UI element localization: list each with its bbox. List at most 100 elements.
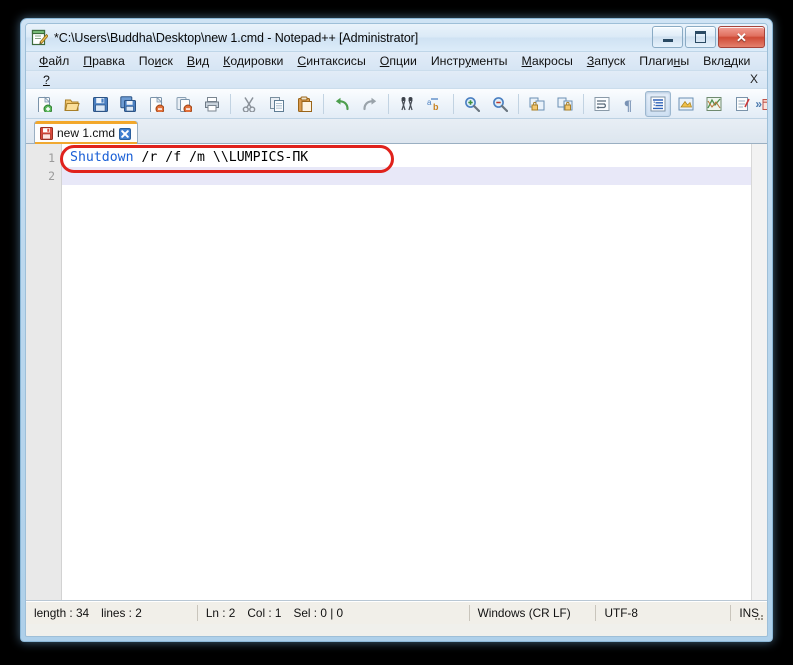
replace-icon[interactable]: ab: [422, 91, 448, 117]
toolbar-separator: [388, 93, 389, 114]
zoom-out-icon[interactable]: [487, 91, 513, 117]
menu-item-help-label: ?: [43, 72, 50, 87]
status-eol-label: Windows (CR LF): [477, 606, 571, 620]
maximize-button[interactable]: [685, 26, 716, 48]
menu-accelerator: П: [83, 54, 93, 68]
save-all-icon[interactable]: [115, 91, 141, 117]
code-line[interactable]: Shutdown /r /f /m \\LUMPICS-ПК: [62, 149, 767, 167]
new-file-icon[interactable]: [31, 91, 57, 117]
paste-icon[interactable]: [292, 91, 318, 117]
floppy-disk-red-icon: [40, 126, 53, 140]
toolbar-separator: [583, 93, 584, 114]
menu-item-1[interactable]: Правка: [76, 53, 132, 69]
tab-close-icon[interactable]: [119, 127, 132, 140]
status-document-metrics: length : 34 lines : 2: [26, 602, 197, 624]
open-file-icon[interactable]: [59, 91, 85, 117]
copy-icon[interactable]: [264, 91, 290, 117]
status-line-number: Ln : 2: [205, 606, 236, 620]
code-text-area[interactable]: Shutdown /r /f /m \\LUMPICS-ПК: [62, 144, 767, 600]
menu-item-0[interactable]: Файл: [32, 53, 76, 69]
toolbar-separator: [230, 93, 231, 114]
menu-item-help[interactable]: ?: [36, 72, 57, 88]
menu-item-9[interactable]: Запуск: [580, 53, 632, 69]
toolbar: a b ¶ »: [26, 89, 767, 119]
menu-item-5[interactable]: Синтаксисы: [290, 53, 372, 69]
toolbar-overflow-chevron-icon[interactable]: »: [755, 97, 762, 111]
menu-accelerator: К: [223, 54, 231, 68]
menu-item-3[interactable]: Вид: [180, 53, 216, 69]
cut-icon[interactable]: [236, 91, 262, 117]
menu-item-6[interactable]: Опции: [373, 53, 424, 69]
menu-accelerator: М: [521, 54, 532, 68]
window-title: *C:\Users\Buddha\Desktop\new 1.cmd - Not…: [54, 30, 419, 45]
user-defined-language-icon[interactable]: [673, 91, 699, 117]
toolbar-separator: [518, 93, 519, 114]
menu-accelerator: О: [379, 54, 390, 68]
svg-text:b: b: [433, 102, 439, 112]
code-plain-token: /r /f /m \\LUMPICS-ПК: [133, 150, 309, 165]
menu-item-2[interactable]: Поиск: [132, 53, 180, 69]
status-length: length : 34: [34, 606, 90, 620]
status-caret-position: Ln : 2 Col : 1 Sel : 0 | 0: [198, 602, 469, 624]
close-all-icon[interactable]: [171, 91, 197, 117]
menu-item-7[interactable]: Инструменты: [424, 53, 515, 69]
menu-accelerator: З: [586, 54, 595, 68]
tab-new-1-cmd[interactable]: new 1.cmd: [34, 121, 139, 144]
save-icon[interactable]: [87, 91, 113, 117]
tab-label: new 1.cmd: [57, 126, 116, 140]
toolbar-separator: [453, 93, 454, 114]
status-lines: lines : 2: [101, 606, 142, 620]
indent-guide-icon[interactable]: [645, 90, 671, 117]
line-number: 2: [48, 169, 55, 183]
window-controls: ✕: [652, 26, 765, 48]
maximize-icon: [695, 31, 706, 43]
zoom-in-icon[interactable]: [459, 91, 485, 117]
status-bar: length : 34 lines : 2 Ln : 2 Col : 1 Sel…: [26, 601, 767, 624]
document-map-icon[interactable]: [701, 91, 727, 117]
menu-item-4[interactable]: Кодировки: [216, 53, 290, 69]
close-button[interactable]: ✕: [718, 26, 765, 48]
close-icon: ✕: [736, 29, 747, 45]
menu-bar-secondary: ? X: [26, 71, 767, 89]
resize-grip-icon[interactable]: [753, 610, 765, 622]
menu-accelerator: С: [297, 54, 307, 68]
print-icon[interactable]: [199, 91, 225, 117]
editor-area[interactable]: 12 Shutdown /r /f /m \\LUMPICS-ПК: [26, 144, 767, 601]
function-list-icon[interactable]: [729, 91, 755, 117]
sync-vertical-scroll-icon[interactable]: [524, 91, 550, 117]
word-wrap-icon[interactable]: [589, 91, 615, 117]
menu-accelerator: и: [154, 54, 162, 68]
status-eol-format[interactable]: Windows (CR LF): [470, 602, 596, 624]
application-window: *C:\Users\Buddha\Desktop\new 1.cmd - Not…: [20, 18, 773, 642]
document-close-button[interactable]: X: [750, 72, 758, 86]
tab-bar: new 1.cmd: [26, 119, 767, 144]
menu-item-11[interactable]: Вкладки: [696, 53, 757, 69]
title-bar[interactable]: *C:\Users\Buddha\Desktop\new 1.cmd - Not…: [26, 24, 767, 52]
minimize-icon: [662, 38, 673, 42]
menu-item-8[interactable]: Макросы: [515, 53, 580, 69]
undo-icon[interactable]: [329, 91, 355, 117]
vertical-scrollbar[interactable]: [751, 144, 767, 600]
show-all-characters-icon[interactable]: ¶: [617, 91, 643, 117]
status-encoding[interactable]: UTF-8: [596, 602, 730, 624]
status-column-number: Col : 1: [247, 606, 282, 620]
code-line[interactable]: [62, 167, 767, 185]
toolbar-separator: [323, 93, 324, 114]
menu-accelerator: н: [673, 54, 681, 68]
notepad-plus-plus-icon: [31, 29, 49, 46]
menu-accelerator: у: [464, 54, 471, 68]
svg-text:¶: ¶: [624, 98, 632, 112]
code-keyword-token: Shutdown: [70, 150, 134, 165]
redo-icon[interactable]: [357, 91, 383, 117]
line-number: 1: [48, 151, 55, 165]
status-encoding-label: UTF-8: [604, 606, 638, 620]
window-client-area: *C:\Users\Buddha\Desktop\new 1.cmd - Not…: [25, 23, 768, 637]
menu-accelerator: Ф: [39, 54, 49, 68]
menu-bar: Файл Правка Поиск Вид Кодировки Синтаксисы Опц…: [26, 52, 767, 71]
sync-horizontal-scroll-icon[interactable]: [552, 91, 578, 117]
menu-item-10[interactable]: Плагины: [632, 53, 696, 69]
close-file-icon[interactable]: [143, 91, 169, 117]
find-icon[interactable]: [394, 91, 420, 117]
minimize-button[interactable]: [652, 26, 683, 48]
line-number-gutter: 12: [26, 144, 62, 600]
